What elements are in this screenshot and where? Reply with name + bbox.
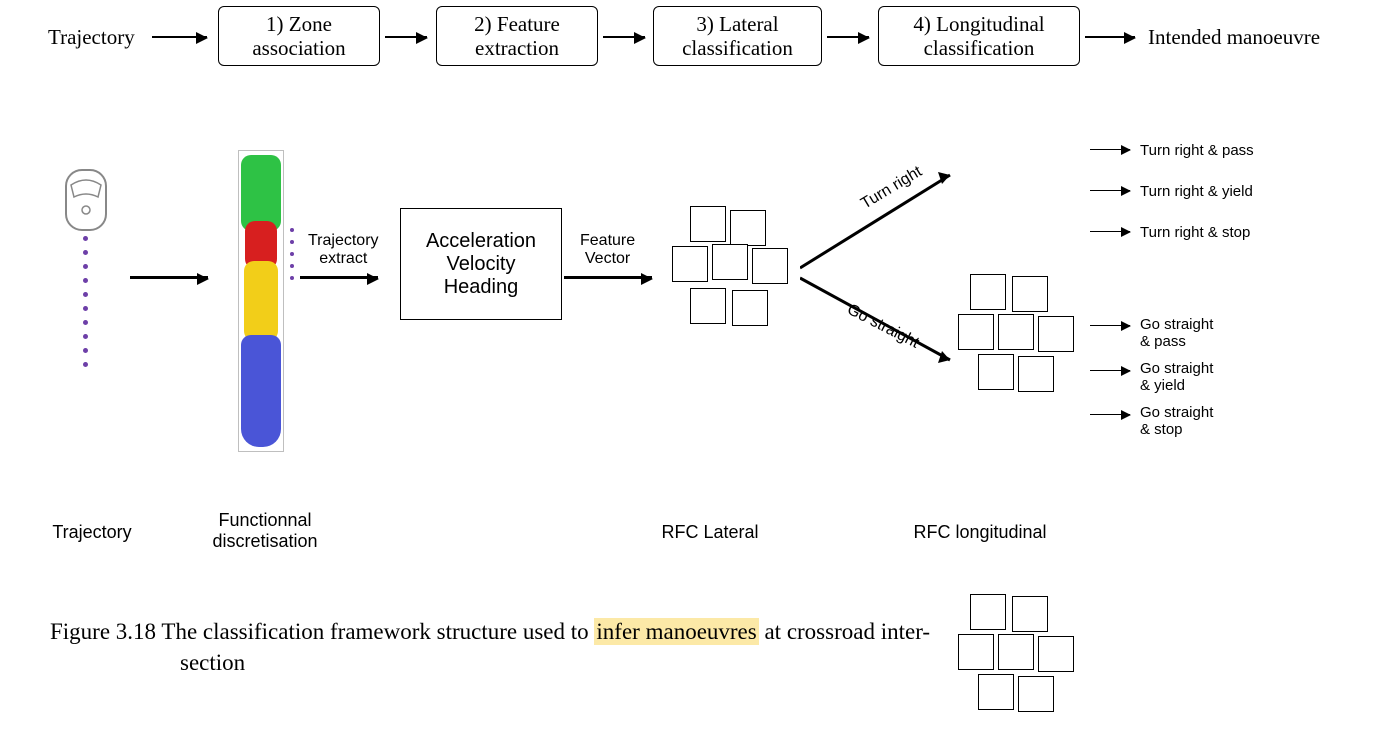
arrow-icon — [1090, 149, 1130, 150]
tick-icon — [290, 228, 294, 232]
caption-before: The classification framework structure u… — [156, 619, 594, 644]
car-icon — [56, 165, 116, 245]
caption-line2: section — [180, 650, 245, 675]
rfc-lateral-label: RFC Lateral — [640, 522, 780, 543]
arrow-icon — [1090, 190, 1130, 191]
trajectory-dots-icon — [83, 236, 93, 376]
arrow-icon — [1090, 414, 1130, 415]
caption-highlight: infer manoeuvres — [594, 618, 758, 645]
figure-caption: Figure 3.18 The classification framework… — [50, 616, 1350, 678]
pipeline-step-4: 4) Longitudinal classification — [878, 6, 1080, 66]
arrow-icon — [385, 36, 427, 38]
tick-icon — [290, 240, 294, 244]
pipeline-step-1: 1) Zone association — [218, 6, 380, 66]
caption-after1: at crossroad inter- — [759, 619, 930, 644]
pipeline-step-3: 3) Lateral classification — [653, 6, 822, 66]
rfc-lateral-cluster-icon — [660, 200, 810, 350]
output-lower-2: Go straight & yield — [1140, 360, 1213, 394]
arrow-icon — [1090, 370, 1130, 371]
rfc-longitudinal-label: RFC longitudinal — [895, 522, 1065, 543]
trajectory-extract-label: Trajectory extract — [308, 232, 379, 268]
discretisation-label-l2: discretisation — [212, 531, 317, 551]
output-lower-3: Go straight & stop — [1140, 404, 1213, 438]
arrow-icon — [130, 276, 208, 279]
output-upper-2: Turn right & yield — [1140, 183, 1253, 200]
output-lower-1: Go straight & pass — [1140, 316, 1213, 350]
pipeline-output: Intended manoeuvre — [1148, 25, 1320, 50]
arrow-icon — [1090, 325, 1130, 326]
arrow-icon — [564, 276, 652, 279]
tick-icon — [290, 276, 294, 280]
caption-fig-label: Figure 3.18 — [50, 619, 156, 644]
arrow-icon — [152, 36, 207, 38]
feature-vector-label: Feature Vector — [580, 232, 635, 268]
arrow-icon — [1090, 231, 1130, 232]
arrow-icon — [603, 36, 645, 38]
tick-icon — [290, 252, 294, 256]
discretisation-label: Functionnal discretisation — [200, 510, 330, 552]
pipeline-input: Trajectory — [48, 25, 135, 50]
arrow-icon — [1085, 36, 1135, 38]
output-upper-3: Turn right & stop — [1140, 224, 1250, 241]
pipeline-step-2: 2) Feature extraction — [436, 6, 598, 66]
tick-icon — [290, 264, 294, 268]
arrow-icon — [827, 36, 869, 38]
rfc-long-upper-cluster-icon — [950, 270, 1100, 410]
discretisation-label-l1: Functionnal — [218, 510, 311, 530]
feature-box: Acceleration Velocity Heading — [400, 208, 562, 320]
trajectory-label: Trajectory — [42, 522, 142, 543]
zone-bar-icon — [238, 150, 284, 452]
arrow-icon — [300, 276, 378, 279]
figure-canvas: Trajectory 1) Zone association 2) Featur… — [0, 0, 1390, 705]
output-upper-1: Turn right & pass — [1140, 142, 1254, 159]
